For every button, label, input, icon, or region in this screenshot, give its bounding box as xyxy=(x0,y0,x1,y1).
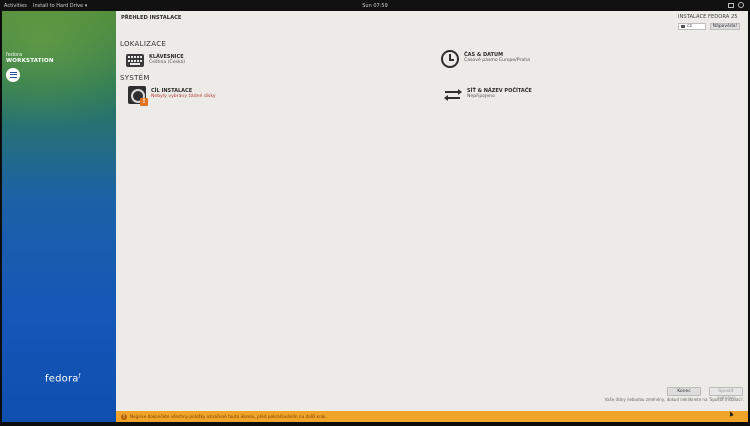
clock[interactable]: Sun 07:59 xyxy=(0,3,750,9)
header-right: INSTALACE FEDORA 25 cz Nápověda! xyxy=(678,14,740,30)
spoke-datetime[interactable]: ČAS & DATUM Časové pásmo Europe/Praha xyxy=(441,50,530,68)
spoke-destination-status: Nebyly vybrány žádné disky xyxy=(151,94,216,99)
power-icon xyxy=(738,2,744,8)
spoke-network-status: Nepřipojeno xyxy=(467,94,495,99)
section-localization: LOKALIZACE xyxy=(120,40,167,48)
warning-bar: ! Nejprve dokončete všechny položky ozna… xyxy=(116,411,748,422)
keyboard-icon xyxy=(126,54,144,67)
footer-hint: Vaše disky nebudou změněny, dokud neklik… xyxy=(604,397,744,402)
spoke-network[interactable]: SÍŤ & NÁZEV POČÍTAČE Nepřipojeno xyxy=(444,86,532,104)
keyboard-icon xyxy=(681,25,685,28)
product-title: INSTALACE FEDORA 25 xyxy=(678,14,738,20)
gnome-top-bar: Activities Install to Hard Drive ▾ Sun 0… xyxy=(0,0,750,11)
keyboard-layout-label: cz xyxy=(687,24,692,29)
spoke-keyboard[interactable]: KLÁVESNICE Čeština (Česká) xyxy=(126,52,186,67)
sidebar-brand: fedora WORKSTATION xyxy=(6,52,54,64)
fedora-logo: fedoraƒ xyxy=(45,373,81,385)
hard-disk-icon: ! xyxy=(128,86,148,106)
brand-big: WORKSTATION xyxy=(6,58,54,64)
storage-hub-icon xyxy=(6,68,20,82)
clock-icon xyxy=(441,50,459,68)
system-menu[interactable] xyxy=(728,2,744,8)
warning-text: Nejprve dokončete všechny položky označe… xyxy=(130,414,327,419)
help-button[interactable]: Nápověda! xyxy=(710,23,740,30)
begin-installation-button[interactable]: Spustit instalaci xyxy=(709,387,743,401)
page-title: PŘEHLED INSTALACE xyxy=(121,15,182,21)
spoke-keyboard-status: Čeština (Česká) xyxy=(149,60,186,65)
installation-summary: PŘEHLED INSTALACE INSTALACE FEDORA 25 cz… xyxy=(116,11,748,422)
display-icon xyxy=(728,2,734,8)
section-system: SYSTÉM xyxy=(120,74,150,82)
quit-button[interactable]: Konec xyxy=(667,387,701,396)
warning-icon: ! xyxy=(121,413,127,420)
sidebar: fedora WORKSTATION fedoraƒ xyxy=(2,11,116,422)
network-arrows-icon xyxy=(444,86,462,104)
brand-small: fedora xyxy=(6,52,23,58)
warning-icon: ! xyxy=(140,98,148,106)
keyboard-layout-indicator[interactable]: cz xyxy=(678,23,706,30)
installer-window: fedora WORKSTATION fedoraƒ PŘEHLED INSTA… xyxy=(2,11,748,422)
spoke-installation-destination[interactable]: ! CÍL INSTALACE Nebyly vybrány žádné dis… xyxy=(128,86,216,106)
spoke-datetime-status: Časové pásmo Europe/Praha xyxy=(464,58,530,63)
